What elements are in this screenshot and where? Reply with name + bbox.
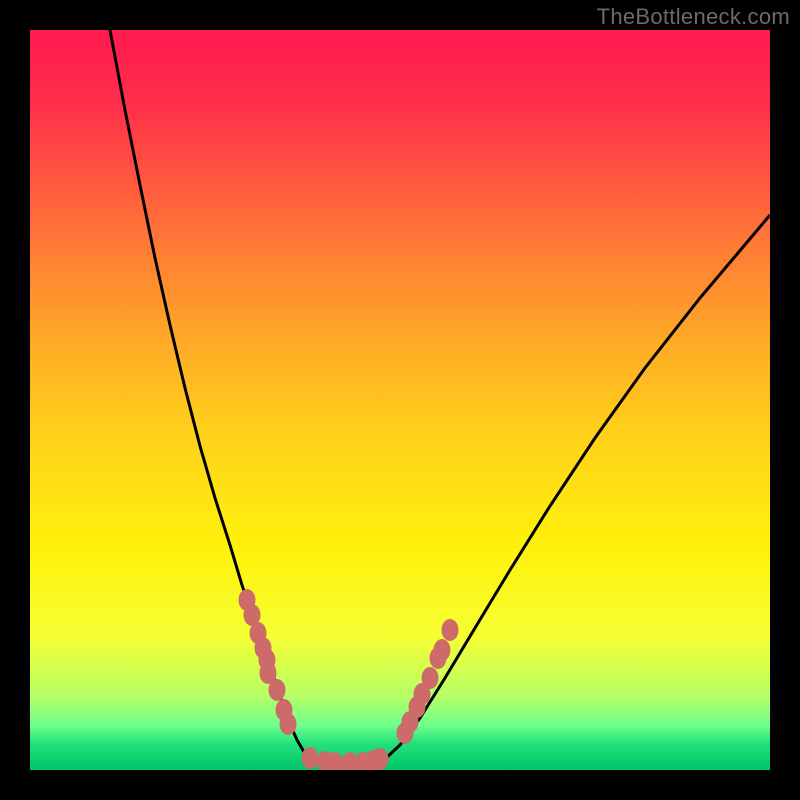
data-dot xyxy=(442,619,459,641)
watermark-text: TheBottleneck.com xyxy=(597,4,790,30)
data-dot xyxy=(280,713,297,735)
data-dot xyxy=(372,748,389,770)
data-dot xyxy=(302,747,319,769)
data-dot xyxy=(269,679,286,701)
chart-svg xyxy=(30,30,770,770)
data-dot xyxy=(434,639,451,661)
app-frame: TheBottleneck.com xyxy=(0,0,800,800)
plot-area xyxy=(30,30,770,770)
data-dots xyxy=(239,589,459,770)
data-dot xyxy=(422,667,439,689)
